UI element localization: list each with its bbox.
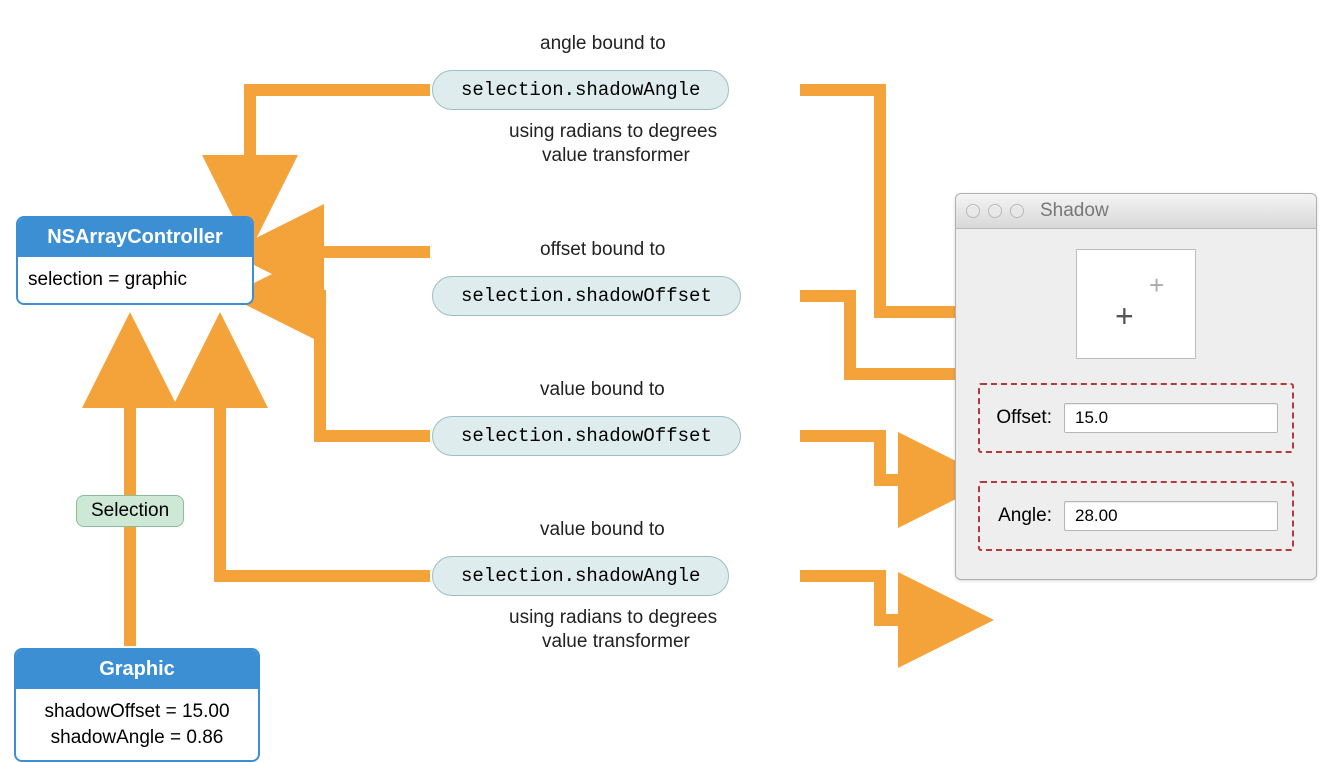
window-traffic-lights[interactable] [966, 204, 1024, 218]
nsarraycontroller-title: NSArrayController [18, 218, 252, 257]
graphic-body: shadowOffset = 15.00 shadowAngle = 0.86 [16, 689, 258, 760]
close-icon[interactable] [966, 204, 980, 218]
graphic-line2: shadowAngle = 0.86 [26, 725, 248, 751]
offset-label: Offset: [994, 407, 1052, 429]
offset-field[interactable]: 15.0 [1064, 403, 1278, 433]
binding-2-keypath: selection.shadowOffset [432, 416, 741, 456]
minimize-icon[interactable] [988, 204, 1002, 218]
binding-0-below2: value transformer [542, 144, 690, 168]
binding-3-keypath: selection.shadowAngle [432, 556, 729, 596]
window-titlebar[interactable]: Shadow [956, 194, 1316, 229]
shadow-preview[interactable]: + + [1076, 249, 1196, 359]
binding-3-below2: value transformer [542, 630, 690, 654]
zoom-icon[interactable] [1010, 204, 1024, 218]
binding-0-above: angle bound to [540, 32, 666, 56]
selection-pill: Selection [76, 495, 184, 527]
window-title: Shadow [1040, 200, 1109, 222]
angle-label: Angle: [994, 505, 1052, 527]
binding-2-above: value bound to [540, 378, 665, 402]
graphic-title: Graphic [16, 650, 258, 689]
offset-group: Offset: 15.0 [978, 383, 1294, 453]
binding-3-above: value bound to [540, 518, 665, 542]
window-content: + + Offset: 15.0 Angle: 28.00 [956, 229, 1316, 579]
binding-0-below1: using radians to degrees [509, 120, 717, 144]
shadow-window: Shadow + + Offset: 15.0 Angle: 28.00 [955, 193, 1317, 580]
angle-group: Angle: 28.00 [978, 481, 1294, 551]
binding-1-keypath: selection.shadowOffset [432, 276, 741, 316]
graphic-line1: shadowOffset = 15.00 [26, 699, 248, 725]
plus-shadow-icon: + [1149, 272, 1164, 298]
graphic-box: Graphic shadowOffset = 15.00 shadowAngle… [14, 648, 260, 762]
nsarraycontroller-body: selection = graphic [18, 257, 252, 303]
plus-icon: + [1115, 300, 1134, 332]
binding-3-below1: using radians to degrees [509, 606, 717, 630]
nsarraycontroller-box: NSArrayController selection = graphic [16, 216, 254, 305]
binding-0-keypath: selection.shadowAngle [432, 70, 729, 110]
binding-1-above: offset bound to [540, 238, 665, 262]
angle-field[interactable]: 28.00 [1064, 501, 1278, 531]
